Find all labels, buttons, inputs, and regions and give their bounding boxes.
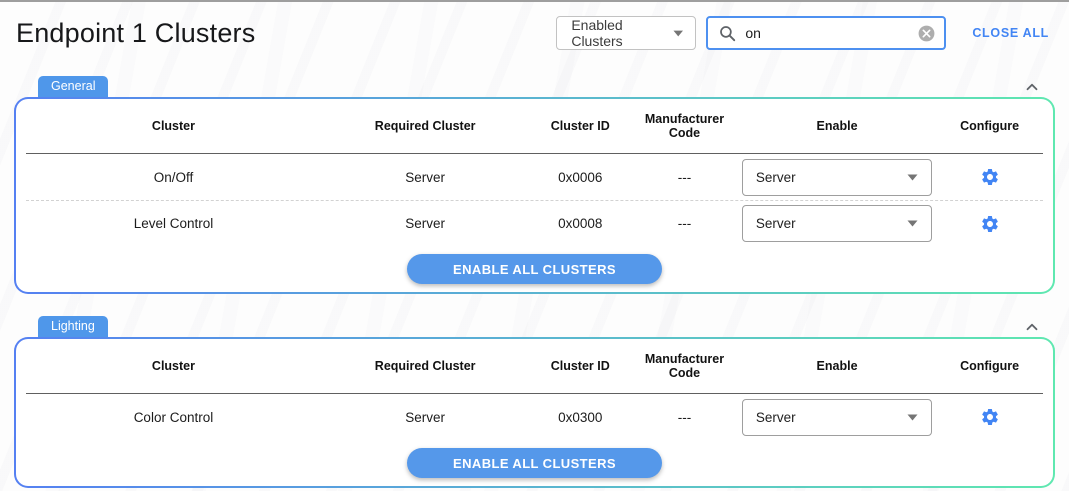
required-cluster-cell: Server [321,216,529,231]
cluster-filter-value: Enabled Clusters [571,17,673,49]
table-row: Color Control Server 0x0300 --- Server [26,394,1043,440]
cluster-section: General ClusterRequired ClusterCluster I… [14,76,1055,294]
required-cluster-cell: Server [321,170,529,185]
column-header: Required Cluster [321,119,529,133]
cluster-filter-dropdown[interactable]: Enabled Clusters [556,16,696,50]
manufacturer-code-cell: --- [631,216,738,231]
enable-all-zone: ENABLE ALL CLUSTERS [26,246,1043,292]
section-head: General [14,76,1055,97]
column-header: Configure [936,119,1043,133]
section-panel: ClusterRequired ClusterCluster IDManufac… [14,97,1055,294]
configure-button[interactable] [980,167,1000,187]
caret-down-icon [907,220,918,227]
search-box [706,16,946,50]
column-header: Cluster ID [529,119,631,133]
manufacturer-code-cell: --- [631,170,738,185]
enable-cell: Server [738,399,936,436]
close-icon [917,24,936,43]
gear-icon [980,214,1000,234]
enable-select[interactable]: Server [742,159,932,196]
cluster-id-cell: 0x0006 [529,170,631,185]
enable-select-value: Server [756,216,796,231]
manufacturer-code-cell: --- [631,410,738,425]
configure-button[interactable] [980,407,1000,427]
cluster-name-cell: Level Control [26,216,321,231]
enable-select-value: Server [756,410,796,425]
table-header-row: ClusterRequired ClusterCluster IDManufac… [26,99,1043,154]
enable-select-value: Server [756,170,796,185]
enable-select[interactable]: Server [742,205,932,242]
cluster-id-cell: 0x0008 [529,216,631,231]
table-row: On/Off Server 0x0006 --- Server [26,154,1043,200]
collapse-section-button[interactable] [1023,318,1041,336]
enable-cell: Server [738,205,936,242]
table-row: Level Control Server 0x0008 --- Server [26,200,1043,246]
configure-cell [936,167,1043,187]
section-panel-inner: ClusterRequired ClusterCluster IDManufac… [16,339,1053,486]
clear-search-button[interactable] [916,23,936,43]
column-header: Cluster ID [529,359,631,373]
cluster-id-cell: 0x0300 [529,410,631,425]
cluster-name-cell: On/Off [26,170,321,185]
section-panel-inner: ClusterRequired ClusterCluster IDManufac… [16,99,1053,292]
column-header: Enable [738,359,936,373]
table-body: Color Control Server 0x0300 --- Server [26,394,1043,440]
column-header: Cluster [26,119,321,133]
page-title: Endpoint 1 Clusters [14,18,556,49]
column-header: Manufacturer Code [631,352,738,380]
search-icon [718,24,737,43]
column-header: Cluster [26,359,321,373]
table-header-row: ClusterRequired ClusterCluster IDManufac… [26,339,1043,394]
section-tab-label: General [51,79,95,93]
topbar: Endpoint 1 Clusters Enabled Clusters CLO… [14,15,1055,51]
sections: General ClusterRequired ClusterCluster I… [14,76,1055,488]
column-header: Manufacturer Code [631,112,738,140]
section-tab: Lighting [38,316,108,337]
column-header: Required Cluster [321,359,529,373]
caret-down-icon [907,174,918,181]
endpoint-clusters-page: Endpoint 1 Clusters Enabled Clusters CLO… [0,15,1069,488]
configure-cell [936,407,1043,427]
cluster-name-cell: Color Control [26,410,321,425]
enable-all-clusters-button[interactable]: ENABLE ALL CLUSTERS [407,448,662,478]
enable-all-clusters-button[interactable]: ENABLE ALL CLUSTERS [407,254,662,284]
table-body: On/Off Server 0x0006 --- Server Level Co… [26,154,1043,246]
enable-select[interactable]: Server [742,399,932,436]
search-input[interactable] [745,25,908,41]
section-panel: ClusterRequired ClusterCluster IDManufac… [14,337,1055,488]
chevron-up-icon [1023,318,1041,336]
section-head: Lighting [14,316,1055,337]
gear-icon [980,167,1000,187]
cluster-section: Lighting ClusterRequired ClusterCluster … [14,316,1055,488]
chevron-up-icon [1023,78,1041,96]
caret-down-icon [907,414,918,421]
caret-down-icon [673,30,683,37]
section-tab-label: Lighting [51,319,95,333]
collapse-section-button[interactable] [1023,78,1041,96]
close-all-button[interactable]: CLOSE ALL [972,26,1049,40]
gear-icon [980,407,1000,427]
enable-cell: Server [738,159,936,196]
required-cluster-cell: Server [321,410,529,425]
configure-cell [936,214,1043,234]
column-header: Configure [936,359,1043,373]
column-header: Enable [738,119,936,133]
section-tab: General [38,76,108,97]
enable-all-zone: ENABLE ALL CLUSTERS [26,440,1043,486]
configure-button[interactable] [980,214,1000,234]
